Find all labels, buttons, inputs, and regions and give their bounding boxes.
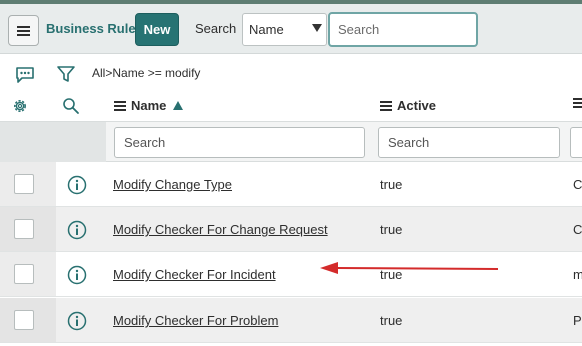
table-row: Modify Checker For Change Request true C	[0, 207, 582, 252]
row-checkbox[interactable]	[14, 310, 34, 330]
new-button[interactable]: New	[135, 13, 179, 46]
record-name-link[interactable]: Modify Change Type	[113, 177, 232, 192]
info-icon[interactable]	[67, 175, 87, 200]
record-active-value: true	[380, 313, 403, 328]
column-header-active[interactable]: Active	[380, 98, 436, 113]
row-checkbox[interactable]	[14, 264, 34, 284]
chevron-down-icon	[312, 24, 322, 32]
record-third-column-value: m	[573, 267, 582, 282]
sort-ascending-icon	[173, 101, 184, 110]
name-column-search-input[interactable]	[114, 127, 365, 158]
filter-row-spacer	[0, 122, 106, 162]
table-row: Modify Change Type true C	[0, 162, 582, 207]
active-column-search-input[interactable]	[378, 127, 560, 158]
list-title[interactable]: Business Rules	[46, 21, 143, 36]
record-name-link[interactable]: Modify Checker For Change Request	[113, 222, 328, 237]
breadcrumb-all[interactable]: All	[92, 66, 105, 80]
table-row: Modify Checker For Problem true P	[0, 298, 582, 343]
column-header-third[interactable]	[573, 98, 582, 108]
search-field-value: Name	[249, 22, 284, 37]
column-menu-icon[interactable]	[573, 98, 582, 108]
table-row: Modify Checker For Incident true m	[0, 252, 582, 297]
record-active-value: true	[380, 222, 403, 237]
column-menu-icon[interactable]	[380, 101, 392, 111]
list-menu-button[interactable]	[8, 15, 39, 46]
column-menu-icon[interactable]	[114, 101, 126, 111]
row-checkbox[interactable]	[14, 219, 34, 239]
column-label-name: Name	[131, 98, 167, 113]
list-header: Business Rules New Search Name	[0, 4, 582, 54]
record-third-column-value: C	[573, 222, 582, 237]
column-search-row	[0, 122, 582, 162]
search-input[interactable]	[328, 12, 478, 47]
record-third-column-value: P	[573, 313, 582, 328]
gear-icon[interactable]	[11, 97, 29, 120]
search-field-select[interactable]: Name	[242, 13, 327, 46]
record-name-link[interactable]: Modify Checker For Incident	[113, 267, 276, 282]
info-icon[interactable]	[67, 220, 87, 245]
record-active-value: true	[380, 267, 403, 282]
search-label: Search	[195, 21, 237, 36]
chat-icon[interactable]	[15, 67, 35, 88]
breadcrumb: All>Name >= modify	[92, 66, 200, 80]
row-checkbox[interactable]	[14, 174, 34, 194]
breadcrumb-bar: All>Name >= modify	[0, 55, 582, 91]
record-name-link[interactable]: Modify Checker For Problem	[113, 313, 278, 328]
record-third-column-value: C	[573, 177, 582, 192]
breadcrumb-condition[interactable]: Name >= modify	[112, 66, 200, 80]
info-icon[interactable]	[67, 265, 87, 290]
third-column-search-input[interactable]	[570, 127, 582, 158]
record-active-value: true	[380, 177, 403, 192]
magnify-icon[interactable]	[62, 97, 80, 120]
column-header-name[interactable]: Name	[114, 98, 184, 113]
funnel-icon[interactable]	[56, 64, 76, 89]
info-icon[interactable]	[67, 311, 87, 336]
column-header-row: Name Active	[0, 91, 582, 122]
column-label-active: Active	[397, 98, 437, 113]
menu-icon	[17, 25, 30, 36]
